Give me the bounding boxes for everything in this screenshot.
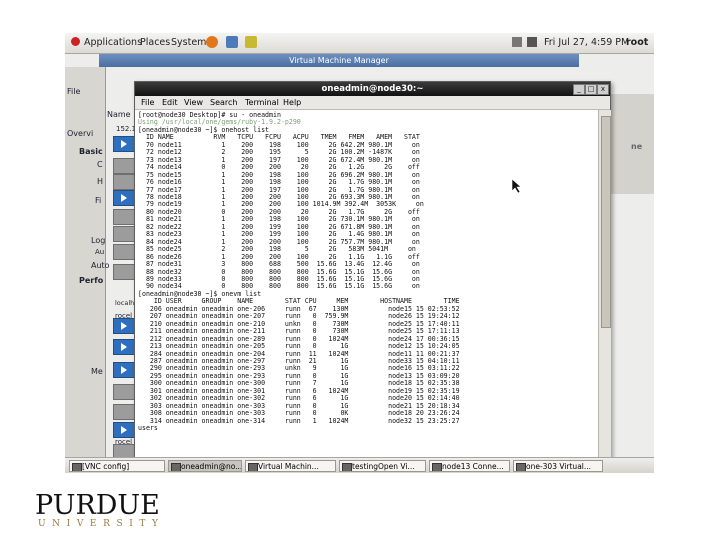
vm-table-row: 314 oneadmin oneadmin one-314 runn 1 102… xyxy=(149,416,460,425)
taskbar-window-button[interactable]: node13 Conne... xyxy=(429,460,510,472)
gnome-top-panel: Applications Places System Fri Jul 27, 4… xyxy=(65,33,654,54)
close-icon[interactable]: x xyxy=(597,84,609,95)
vm-shutoff-icon[interactable] xyxy=(113,404,135,420)
vm-shutoff-icon[interactable] xyxy=(113,158,135,174)
maximize-icon[interactable]: □ xyxy=(585,84,597,95)
vmm-side-label: Auto xyxy=(91,261,110,270)
clock[interactable]: Fri Jul 27, 4:59 PM xyxy=(544,37,629,48)
terminal-menu-edit[interactable]: Edit xyxy=(162,96,178,109)
taskbar-window-label: Virtual Machin... xyxy=(258,462,319,471)
terminal-titlebar[interactable]: oneadmin@node30:~ xyxy=(135,82,610,96)
volume-icon[interactable] xyxy=(527,37,537,47)
network-icon[interactable] xyxy=(512,37,522,47)
vmm-titlebar[interactable]: Virtual Machine Manager xyxy=(99,54,579,67)
vm-shutoff-icon[interactable] xyxy=(113,209,135,225)
vm-running-icon[interactable] xyxy=(113,190,135,206)
terminal-scroll-thumb[interactable] xyxy=(601,116,611,328)
taskbar-window-button[interactable]: testingOpen Vi... xyxy=(339,460,426,472)
window-icon xyxy=(342,463,352,471)
terminal-output[interactable]: [root@node30 Desktop]# su - oneadmin Usi… xyxy=(135,110,598,459)
vmm-side-label: Basic xyxy=(79,147,103,156)
vm-shutoff-icon[interactable] xyxy=(113,174,135,190)
minimize-icon[interactable]: _ xyxy=(573,84,585,95)
terminal-text: [root@node30 Desktop]# su - oneadmin Usi… xyxy=(135,110,598,434)
vmm-right-panel: ne xyxy=(605,94,654,194)
vm-shutoff-icon[interactable] xyxy=(113,226,135,242)
terminal-menu-file[interactable]: File xyxy=(141,96,154,109)
firefox-icon[interactable] xyxy=(206,36,218,48)
taskbar-window-label: testingOpen Vi... xyxy=(352,462,415,471)
window-icon xyxy=(432,463,442,471)
taskbar-window-label: node13 Conne... xyxy=(442,462,504,471)
vmm-name-column-header[interactable]: Name xyxy=(107,110,131,119)
terminal-scrollbar[interactable] xyxy=(598,110,611,459)
terminal-menu-view[interactable]: View xyxy=(184,96,203,109)
bottom-taskbar: [VNC config] oneadmin@no... Virtual Machin… xyxy=(65,457,654,473)
vm-shutoff-icon[interactable] xyxy=(113,244,135,260)
taskbar-window-button[interactable]: Virtual Machin... xyxy=(245,460,336,472)
vmm-right-label: ne xyxy=(631,142,643,151)
vm-running-icon[interactable] xyxy=(113,318,135,334)
vm-running-icon[interactable] xyxy=(113,136,135,152)
terminal-menu-help[interactable]: Help xyxy=(283,96,301,109)
vm-running-icon[interactable] xyxy=(113,339,135,355)
redhat-logo-icon xyxy=(71,37,80,46)
taskbar-window-button[interactable]: [VNC config] xyxy=(69,460,165,472)
vmm-side-label: H xyxy=(97,177,104,186)
mail-icon[interactable] xyxy=(226,36,238,48)
vmm-side-label: C xyxy=(97,160,103,169)
purdue-university-text: UNIVERSITY xyxy=(38,519,165,529)
window-icon xyxy=(171,463,181,471)
taskbar-window-label: one-303 Virtual... xyxy=(526,462,592,471)
applications-menu[interactable]: Applications xyxy=(84,37,142,48)
vmm-side-label: Me xyxy=(91,367,103,376)
vmm-side-label[interactable]: Overvi xyxy=(67,129,93,138)
vm-shutoff-icon[interactable] xyxy=(113,384,135,400)
terminal-menu-terminal[interactable]: Terminal xyxy=(245,96,279,109)
vmm-details-panel: File Overvi Basic C H Fi Log Au Auto Per… xyxy=(65,67,110,457)
mouse-cursor-icon xyxy=(512,179,522,193)
desktop-screenshot: Applications Places System Fri Jul 27, 4… xyxy=(65,33,654,473)
places-menu[interactable]: Places xyxy=(140,37,170,48)
vmm-side-label: Perfo xyxy=(79,276,104,285)
vmm-side-label: Fi xyxy=(95,196,102,205)
terminal-menubar: File Edit View Search Terminal Help xyxy=(135,96,610,110)
window-icon xyxy=(516,463,526,471)
desktop-area: Virtual Machine Manager File Overvi Basi… xyxy=(65,54,654,460)
purdue-logo-text: PURDUE xyxy=(35,490,160,521)
notes-icon[interactable] xyxy=(245,36,257,48)
vm-table-row: users xyxy=(138,424,158,433)
window-icon xyxy=(72,463,82,471)
taskbar-window-button[interactable]: oneadmin@no... xyxy=(168,460,242,472)
vmm-side-label: Au xyxy=(95,248,105,256)
user-name[interactable]: root xyxy=(626,37,648,48)
taskbar-window-label: oneadmin@no... xyxy=(181,462,242,471)
vm-shutoff-icon[interactable] xyxy=(113,264,135,280)
vmm-vm-label[interactable]: localh xyxy=(115,299,134,307)
vm-running-icon[interactable] xyxy=(113,362,135,378)
taskbar-window-label: [VNC config] xyxy=(82,462,130,471)
vm-running-icon[interactable] xyxy=(113,422,135,438)
terminal-menu-search[interactable]: Search xyxy=(210,96,237,109)
vmm-file-menu[interactable]: File xyxy=(67,87,80,96)
taskbar-window-button[interactable]: one-303 Virtual... xyxy=(513,460,603,472)
vmm-side-label: Log xyxy=(91,236,106,245)
terminal-window[interactable]: oneadmin@node30:~ _ □ x File Edit View S… xyxy=(134,81,611,460)
system-menu[interactable]: System xyxy=(171,37,206,48)
window-icon xyxy=(248,463,258,471)
